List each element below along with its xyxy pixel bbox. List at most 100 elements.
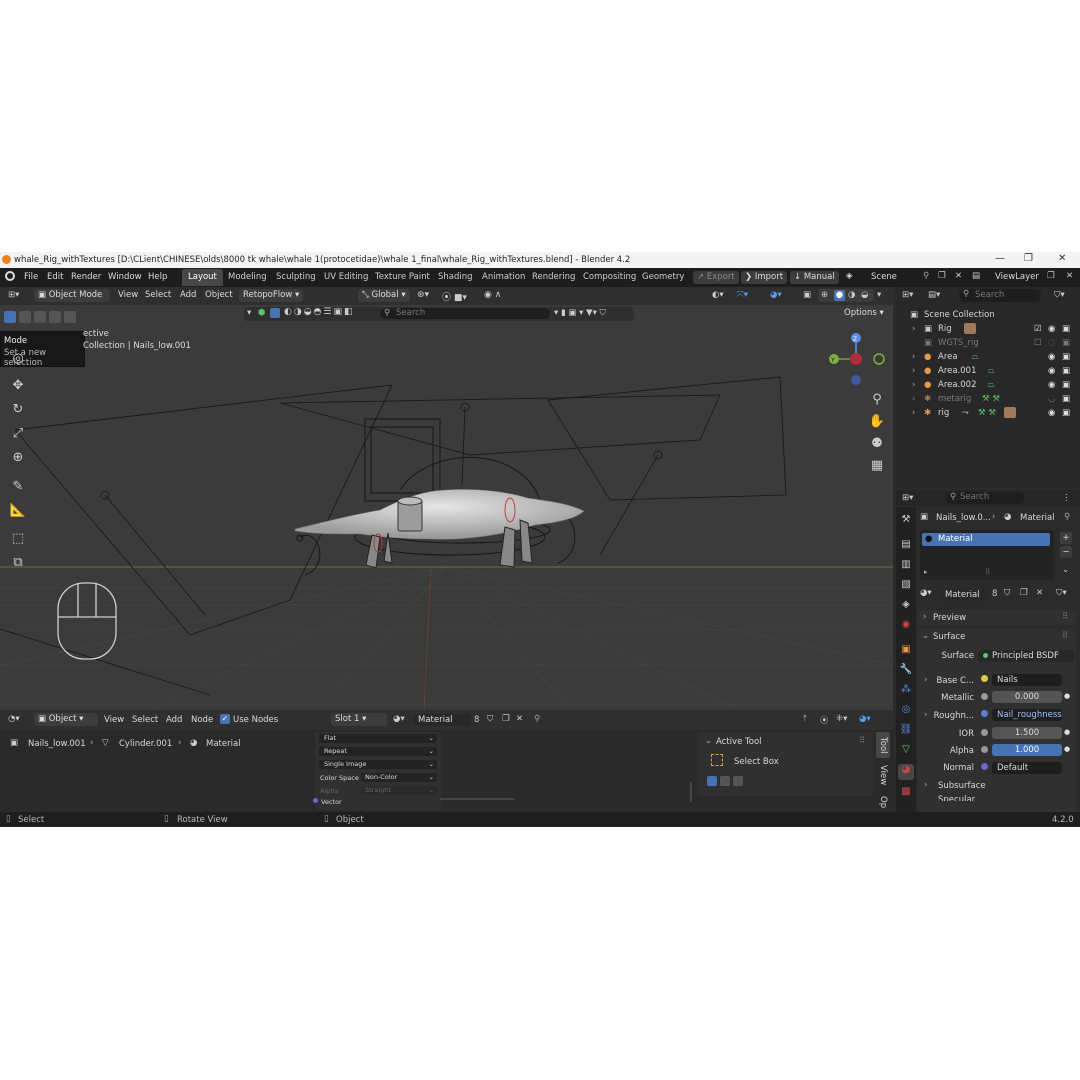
output-tab-icon[interactable]: ▥ xyxy=(899,559,913,573)
addon-tool-icons[interactable]: ◐◑◒◓☰▣◧ xyxy=(284,307,355,317)
image-texture-node[interactable]: Flat ⌄ Repeat ⌄ Single Image ⌄ Color Space … xyxy=(313,732,441,810)
keyframe-dot-icon[interactable]: ● xyxy=(1064,745,1070,753)
move-tool-icon[interactable]: ✥ xyxy=(8,376,28,396)
view-menu[interactable]: View xyxy=(118,290,138,300)
alpha-mode-dropdown[interactable]: Straight ⌄ xyxy=(361,786,437,795)
checkbox-icon[interactable]: ☑ xyxy=(1034,322,1042,336)
tab-rendering[interactable]: Rendering xyxy=(526,269,581,286)
menu-help[interactable]: Help xyxy=(148,272,167,282)
addon-logo-icon[interactable]: ⬢ xyxy=(258,308,265,318)
tab-geometry-nodes[interactable]: Geometry N xyxy=(636,269,692,286)
shader-type-dropdown[interactable]: ▣ Object ▾ xyxy=(34,713,98,726)
select-intersect-icon[interactable] xyxy=(64,311,76,323)
import-button[interactable]: ❯ Import xyxy=(741,271,788,284)
editor-type-icon[interactable]: ⊞▾ xyxy=(8,290,19,300)
select-extend-icon[interactable] xyxy=(19,311,31,323)
unlink-icon[interactable]: ✕ xyxy=(516,714,523,724)
particles-tab-icon[interactable]: ⁂ xyxy=(899,684,913,698)
vector-socket-icon[interactable] xyxy=(313,798,318,803)
delete-viewlayer-icon[interactable]: ✕ xyxy=(1066,271,1073,281)
chevron-right-icon[interactable]: › xyxy=(912,378,915,392)
checkbox-icon[interactable]: ☐ xyxy=(1034,336,1042,350)
outliner-search-field[interactable]: ⚲ Search xyxy=(959,289,1041,302)
shader-add-menu[interactable]: Add xyxy=(166,715,182,725)
mode-dropdown[interactable]: ▣ Object Mode ▾ xyxy=(34,289,110,313)
source-dropdown[interactable]: Single Image ⌄ xyxy=(319,760,437,769)
tab-animation[interactable]: Animation xyxy=(476,269,531,286)
chevron-right-icon[interactable]: › xyxy=(924,780,927,790)
tab-layout[interactable]: Layout xyxy=(182,269,223,286)
menu-edit[interactable]: Edit xyxy=(47,272,63,282)
tab-options[interactable]: Op xyxy=(876,794,890,810)
outliner-editor-icon[interactable]: ⊞▾ xyxy=(902,290,913,300)
constraints-tab-icon[interactable]: ⛓ xyxy=(899,724,913,738)
solid-shading-icon[interactable]: ● xyxy=(834,290,845,301)
pivot-icon[interactable]: ⊛▾ xyxy=(417,290,429,300)
properties-search-field[interactable]: ⚲ Search xyxy=(946,492,1024,504)
render-tab-icon[interactable]: ▤ xyxy=(899,539,913,553)
viewlayer-icon[interactable]: ▤ xyxy=(972,271,980,281)
drag-handle-icon[interactable]: ⠿ xyxy=(1062,631,1068,641)
ior-slider[interactable]: 1.500 xyxy=(992,727,1062,739)
duplicate-icon[interactable]: ❐ xyxy=(1020,588,1028,598)
tool-tab-icon[interactable]: ⚒ xyxy=(899,514,913,528)
addon-menu-icons[interactable]: ▾ ▮ ▣ ▾ ▼▾ ⛉ xyxy=(554,308,606,318)
world-tab-icon[interactable]: ◉ xyxy=(899,619,913,633)
camera-icon[interactable]: ▣ xyxy=(1062,406,1070,420)
object-tab-icon[interactable]: ▣ xyxy=(899,644,913,658)
resize-handle-icon[interactable]: ⠿ xyxy=(985,568,990,576)
display-mode-icon[interactable]: ▤▾ xyxy=(928,290,940,300)
chevron-right-icon[interactable]: › xyxy=(912,406,915,420)
camera-icon[interactable]: ▣ xyxy=(1062,364,1070,378)
region-resize-handle[interactable] xyxy=(690,782,692,802)
xray-icon[interactable]: ▣ xyxy=(803,290,811,300)
camera-icon[interactable]: ▣ xyxy=(1062,336,1070,350)
use-nodes-checkbox[interactable]: ✓ xyxy=(220,714,230,724)
scale-tool-icon[interactable]: ⤢ xyxy=(8,424,28,444)
select-subtract-icon[interactable] xyxy=(34,311,46,323)
eye-icon[interactable]: ◉ xyxy=(1048,322,1055,336)
menu-window[interactable]: Window xyxy=(108,272,142,282)
tab-tool[interactable]: Tool xyxy=(876,732,890,758)
interpolation-dropdown[interactable]: Flat ⌄ xyxy=(319,734,437,743)
alpha-slider[interactable]: 1.000 xyxy=(992,744,1062,756)
material-tab-icon[interactable]: ◕ xyxy=(898,764,914,780)
wireframe-icon[interactable]: ⊕ xyxy=(821,290,828,300)
drag-handle-icon[interactable]: ⠿ xyxy=(1062,612,1068,622)
keyframe-dot-icon[interactable]: ● xyxy=(1064,692,1070,700)
zoom-icon[interactable]: ⚲ xyxy=(867,390,887,410)
visibility-icon[interactable]: ◐▾ xyxy=(712,290,724,300)
outliner-item[interactable]: › ● Area.001 ⏢ ◉ ▣ xyxy=(896,364,1080,378)
pin-icon[interactable]: ⚲ xyxy=(534,714,540,724)
preview-panel[interactable]: › Preview ⠿ xyxy=(918,610,1076,625)
chevron-down-icon[interactable]: ⌄ xyxy=(1062,565,1069,575)
fake-user-icon[interactable]: ⛉ xyxy=(487,714,493,724)
shading-options-icon[interactable]: ▾ xyxy=(877,290,881,300)
normal-field[interactable]: Default xyxy=(992,762,1062,774)
parent-node-icon[interactable]: ⤒ xyxy=(803,714,807,724)
camera-icon[interactable]: ▣ xyxy=(1062,378,1070,392)
outliner-item[interactable]: › ▣ Rig ☑ ◉ ▣ xyxy=(896,322,1080,336)
select-menu[interactable]: Select xyxy=(145,290,171,300)
scene-name[interactable]: Scene xyxy=(871,272,897,282)
fake-user-icon[interactable]: ⛉ xyxy=(1004,588,1010,598)
shading-modes[interactable]: ⊕ ● ◑ ◒ xyxy=(818,289,874,302)
chevron-down-icon[interactable]: ⌄ xyxy=(922,631,929,641)
camera-view-icon[interactable]: ⚉ xyxy=(867,434,887,454)
close-button[interactable]: ✕ xyxy=(1058,253,1066,264)
manual-button[interactable]: ↓ Manual xyxy=(790,271,839,284)
annotate-tool-icon[interactable]: ✎ xyxy=(8,477,28,497)
outliner-item[interactable]: › ● Area ⏢ ◉ ▣ xyxy=(896,350,1080,364)
pin-icon[interactable]: ⚲ xyxy=(1064,512,1070,522)
snap-icon[interactable]: ⦿ ■▾ xyxy=(442,290,467,303)
eye-icon[interactable]: ◉ xyxy=(1048,378,1055,392)
object-menu[interactable]: Object xyxy=(205,290,233,300)
data-tab-icon[interactable]: ▽ xyxy=(899,744,913,758)
overlay-toggle-icon[interactable]: ◕▾ xyxy=(770,290,782,300)
tab-modeling[interactable]: Modeling xyxy=(222,269,273,286)
specular-panel[interactable]: Specular xyxy=(938,795,975,801)
modifier-tab-icon[interactable]: 🔧 xyxy=(899,664,913,678)
select-box-icon[interactable] xyxy=(711,754,723,766)
snap-options-icon[interactable]: ⁜▾ xyxy=(836,714,847,724)
view-layer-tab-icon[interactable]: ▧ xyxy=(899,579,913,593)
